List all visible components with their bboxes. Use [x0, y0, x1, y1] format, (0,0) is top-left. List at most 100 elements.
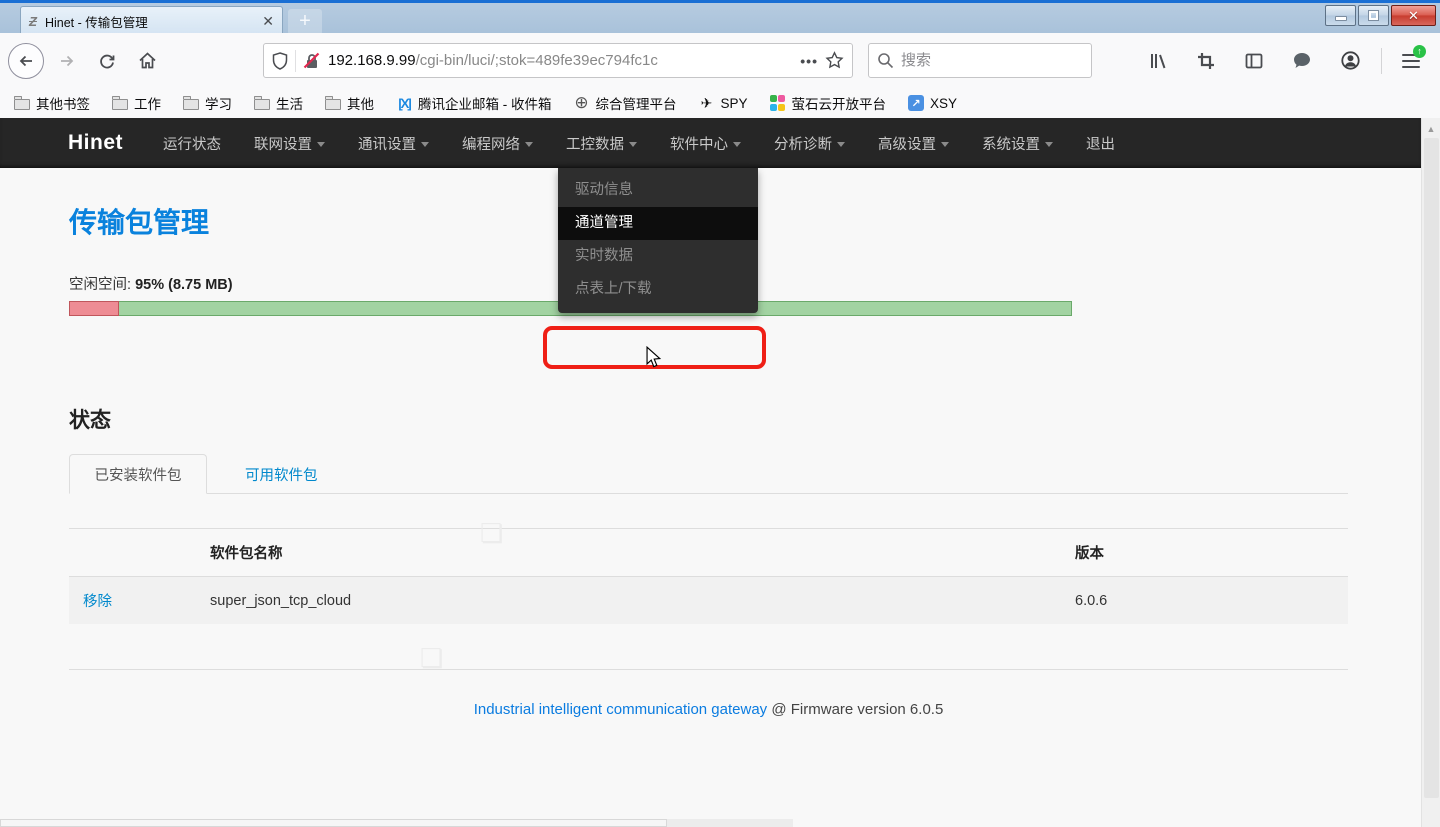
industrial-data-dropdown: 驱动信息 通道管理 实时数据 点表上/下载 [558, 168, 758, 313]
remove-link[interactable]: 移除 [83, 594, 112, 610]
bookmarks-bar: 其他书签 工作 学习 生活 其他 [X]腾讯企业邮箱 - 收件箱 ⊕综合管理平台… [0, 88, 1440, 118]
bookmark-ys-cloud[interactable]: 萤石云开放平台 [770, 93, 887, 113]
bookmark-tencent-mail[interactable]: [X]腾讯企业邮箱 - 收件箱 [396, 93, 552, 113]
back-icon [16, 51, 36, 71]
watermark: ❏ [420, 643, 443, 674]
messenger-extension-button[interactable] [1285, 44, 1319, 78]
package-table: 软件包名称 版本 移除 super_json_tcp_cloud 6.0.6 [69, 528, 1348, 624]
sidebar-icon [1244, 51, 1264, 71]
vertical-scrollbar-thumb[interactable] [1424, 138, 1439, 798]
horizontal-scrollbar[interactable] [0, 819, 793, 827]
tab-installed-packages[interactable]: 已安装软件包 [69, 454, 207, 494]
bookmark-folder-work[interactable]: 工作 [112, 93, 161, 113]
titlebar: Z Hinet - 传输包管理 ✕ + ✕ [0, 0, 1440, 33]
url-text[interactable]: 192.168.9.99/cgi-bin/luci/;stok=489fe39e… [328, 52, 793, 69]
bookmark-folder-misc[interactable]: 其他 [325, 93, 374, 113]
menu-item-channel-management[interactable]: 通道管理 [558, 207, 758, 240]
page-viewport: Hinet 运行状态 联网设置 通讯设置 编程网络 工控数据 软件中心 分析诊断… [0, 118, 1421, 827]
update-badge-icon: ↑ [1413, 45, 1426, 58]
horizontal-scrollbar-thumb[interactable] [0, 819, 667, 827]
bookmark-star-icon[interactable] [825, 51, 844, 70]
chat-bubble-icon [1292, 51, 1313, 70]
search-input[interactable] [901, 52, 1061, 69]
folder-icon [112, 99, 128, 110]
forward-button[interactable] [50, 44, 84, 78]
bookmark-mgmt-platform[interactable]: ⊕综合管理平台 [574, 93, 677, 113]
browser-window: Z Hinet - 传输包管理 ✕ + ✕ [0, 0, 1440, 827]
xsy-icon: ↗ [908, 95, 924, 111]
progress-used-segment [69, 301, 119, 316]
package-name-cell: super_json_tcp_cloud [210, 577, 1075, 625]
globe-icon: ⊕ [574, 95, 590, 111]
table-header-row: 软件包名称 版本 [69, 529, 1348, 577]
package-tabs: 已安装软件包 可用软件包 [69, 454, 1348, 494]
search-box[interactable] [868, 43, 1092, 78]
account-icon [1340, 50, 1361, 71]
status-heading: 状态 [69, 404, 1348, 434]
sidebar-button[interactable] [1237, 44, 1271, 78]
tab-title: Hinet - 传输包管理 [45, 12, 254, 31]
folder-icon [254, 99, 270, 110]
menu-button[interactable]: ↑ [1396, 44, 1430, 78]
page-actions-icon[interactable]: ••• [800, 53, 818, 69]
gateway-link[interactable]: Industrial intelligent communication gat… [474, 701, 768, 718]
screenshot-button[interactable] [1189, 44, 1223, 78]
free-space-value: 95% (8.75 MB) [135, 277, 233, 293]
window-controls: ✕ [1325, 5, 1436, 26]
home-icon [137, 50, 158, 71]
menu-item-driver-info[interactable]: 驱动信息 [558, 174, 758, 207]
scroll-up-arrow-icon[interactable]: ▲ [1422, 118, 1440, 134]
url-path: /cgi-bin/luci/;stok=489fe39ec794fc1c [416, 52, 658, 69]
screenshot-crop-icon [1196, 51, 1216, 71]
library-button[interactable] [1141, 44, 1175, 78]
folder-icon [183, 99, 199, 110]
new-tab-button[interactable]: + [288, 9, 322, 35]
tab-available-packages[interactable]: 可用软件包 [229, 454, 334, 494]
tab-close-icon[interactable]: ✕ [262, 13, 274, 30]
package-version-cell: 6.0.6 [1075, 577, 1348, 625]
folder-icon [325, 99, 341, 110]
firmware-version-text: @ Firmware version 6.0.5 [767, 701, 943, 718]
vertical-scrollbar[interactable]: ▲ [1421, 118, 1440, 827]
menu-item-realtime-data[interactable]: 实时数据 [558, 240, 758, 273]
forward-icon [57, 51, 77, 71]
reload-icon [97, 51, 117, 71]
bookmark-folder-life[interactable]: 生活 [254, 93, 303, 113]
url-bar[interactable]: 192.168.9.99/cgi-bin/luci/;stok=489fe39e… [263, 43, 853, 78]
bookmark-folder-study[interactable]: 学习 [183, 93, 232, 113]
bookmark-folder-other-bookmarks[interactable]: 其他书签 [14, 93, 90, 113]
minimize-button[interactable] [1325, 5, 1356, 26]
mouse-cursor-icon [644, 346, 664, 368]
tencent-mail-icon: [X] [396, 95, 412, 111]
url-host: 192.168.9.99 [328, 52, 416, 69]
tab-favicon-icon: Z [29, 14, 37, 29]
minimize-icon [1335, 16, 1347, 21]
bookmark-xsy[interactable]: ↗XSY [908, 95, 957, 111]
browser-tab[interactable]: Z Hinet - 传输包管理 ✕ [20, 6, 283, 36]
search-icon [877, 52, 894, 69]
watermark: ❏ [480, 518, 503, 549]
col-action [69, 529, 210, 577]
insecure-lock-icon [303, 52, 321, 70]
browser-toolbar: 192.168.9.99/cgi-bin/luci/;stok=489fe39e… [0, 33, 1440, 88]
tracking-shield-icon [272, 52, 288, 70]
divider [69, 669, 1348, 670]
account-button[interactable] [1333, 44, 1367, 78]
restore-button[interactable] [1358, 5, 1389, 26]
back-button[interactable] [8, 43, 44, 79]
urlbar-divider [295, 50, 296, 72]
col-version: 版本 [1075, 529, 1348, 577]
menu-item-point-table[interactable]: 点表上/下载 [558, 273, 758, 306]
toolbar-divider [1381, 48, 1382, 74]
close-button[interactable]: ✕ [1391, 5, 1436, 26]
spy-icon: ✈ [699, 95, 715, 111]
hamburger-icon: ↑ [1402, 52, 1424, 70]
bookmark-spy[interactable]: ✈SPY [699, 95, 748, 111]
reload-button[interactable] [90, 44, 124, 78]
col-package-name: 软件包名称 [210, 529, 1075, 577]
page-footer: Industrial intelligent communication gat… [69, 701, 1348, 718]
home-button[interactable] [130, 44, 164, 78]
close-icon: ✕ [1408, 8, 1419, 24]
restore-icon [1369, 11, 1378, 20]
table-row: 移除 super_json_tcp_cloud 6.0.6 [69, 577, 1348, 625]
